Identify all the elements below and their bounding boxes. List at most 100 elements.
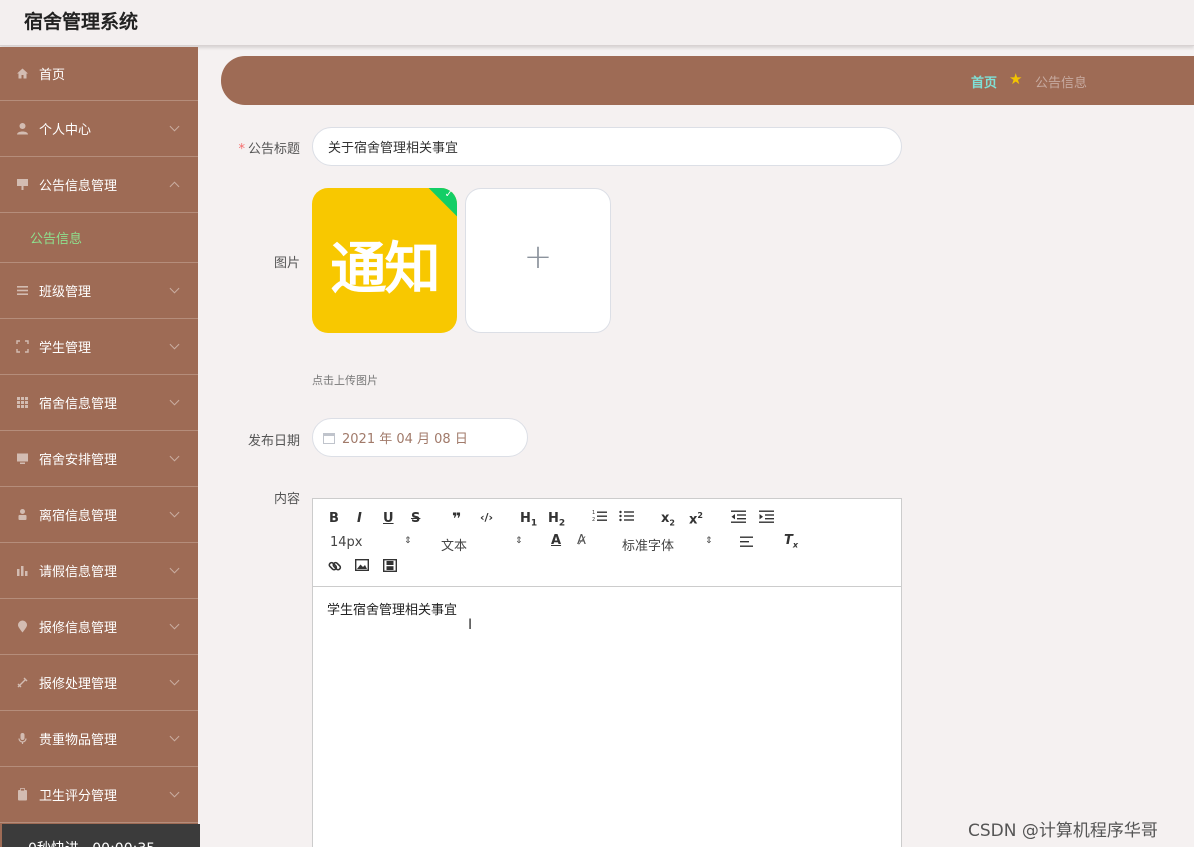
breadcrumb-home[interactable]: 首页	[971, 72, 997, 91]
title-label: * 公告标题	[238, 142, 300, 157]
sidebar-item-hygiene-score[interactable]: 卫生评分管理	[0, 767, 198, 823]
video-overlay: 0秒快进 · 00:00:35	[2, 824, 200, 847]
editor-content[interactable]: 学生宿舍管理相关事宜	[327, 599, 457, 618]
sort-arrows-icon: ⇕	[705, 536, 713, 546]
clear-format-icon[interactable]: Tx	[784, 533, 798, 550]
monitor-icon	[15, 452, 29, 466]
svg-text:2: 2	[592, 517, 595, 523]
outdent-icon[interactable]	[731, 510, 746, 527]
content-label: 内容	[273, 492, 300, 507]
title-input-value: 关于宿舍管理相关事宜	[328, 141, 459, 156]
strike-icon[interactable]: S	[411, 511, 420, 526]
bullet-list-icon[interactable]	[619, 509, 634, 527]
mic-icon	[15, 732, 29, 746]
sidebar-item-label: 离宿信息管理	[39, 509, 118, 524]
chevron-down-icon	[169, 563, 180, 574]
user-icon	[15, 122, 29, 136]
underline-icon[interactable]: U	[383, 511, 394, 526]
video-icon[interactable]	[382, 558, 398, 576]
chevron-down-icon	[169, 395, 180, 406]
sidebar-item-label: 宿舍信息管理	[39, 397, 118, 412]
watermark: CSDN @计算机程序华哥	[968, 821, 1158, 841]
sidebar-item-label: 报修信息管理	[39, 621, 118, 636]
sidebar-item-repair-handling[interactable]: 报修处理管理	[0, 655, 198, 711]
uploaded-image-thumbnail[interactable]: 通知 ✓	[312, 188, 457, 333]
sidebar-item-valuables[interactable]: 贵重物品管理	[0, 711, 198, 767]
chevron-down-icon	[169, 121, 180, 132]
sidebar-item-leave-request[interactable]: 请假信息管理	[0, 543, 198, 599]
sidebar-item-label: 学生管理	[39, 341, 92, 356]
chevron-down-icon	[169, 339, 180, 350]
sidebar-item-dorm-info[interactable]: 宿舍信息管理	[0, 375, 198, 431]
scan-icon	[15, 340, 29, 354]
subscript-icon[interactable]: x2	[661, 511, 675, 528]
heading1-icon[interactable]: H1	[520, 511, 537, 529]
chevron-down-icon	[169, 283, 180, 294]
sidebar-item-label: 首页	[39, 68, 66, 83]
sidebar-item-profile[interactable]: 个人中心	[0, 101, 198, 157]
sidebar-item-student-management[interactable]: 学生管理	[0, 319, 198, 375]
ordered-list-icon[interactable]: 12	[592, 509, 607, 527]
check-icon: ✓	[444, 189, 453, 200]
thumbnail-text: 通知	[330, 236, 441, 302]
sidebar-item-label: 宿舍安排管理	[39, 453, 118, 468]
quote-icon[interactable]: ❞	[452, 509, 461, 528]
sidebar-item-label: 公告信息管理	[39, 179, 118, 194]
date-label: 发布日期	[247, 434, 300, 449]
list-icon	[15, 284, 29, 298]
chevron-down-icon	[169, 787, 180, 798]
chevron-down-icon	[169, 451, 180, 462]
date-value: 2021 年 04 月 08 日	[342, 432, 468, 447]
sidebar-item-home[interactable]: 首页	[0, 47, 198, 101]
required-mark: *	[238, 142, 245, 157]
sidebar-subitem-label: 公告信息	[30, 232, 83, 247]
chevron-down-icon	[169, 507, 180, 518]
font-color-icon[interactable]: A	[551, 533, 561, 548]
image-label: 图片	[273, 256, 300, 271]
bold-icon[interactable]: B	[329, 511, 339, 526]
sort-arrows-icon: ⇕	[515, 536, 523, 546]
indent-icon[interactable]	[759, 510, 774, 527]
sidebar-item-label: 班级管理	[39, 285, 92, 300]
image-upload-button[interactable]: +	[465, 188, 611, 333]
heading2-icon[interactable]: H2	[548, 511, 565, 529]
format-select[interactable]: 文本	[441, 535, 467, 554]
person-icon	[15, 508, 29, 522]
notice-icon	[15, 178, 29, 192]
location-icon	[15, 620, 29, 634]
date-picker[interactable]: 2021 年 04 月 08 日	[312, 418, 528, 457]
upload-tip: 点击上传图片	[312, 374, 378, 387]
link-icon[interactable]	[328, 559, 342, 577]
align-left-icon[interactable]	[740, 536, 754, 552]
font-size-select[interactable]: 14px	[330, 535, 363, 550]
font-family-select[interactable]: 标准字体	[622, 535, 674, 554]
sidebar-item-class-management[interactable]: 班级管理	[0, 263, 198, 319]
grid-icon	[15, 396, 29, 410]
chevron-up-icon	[169, 181, 180, 192]
top-bar: 宿舍管理系统	[0, 0, 1194, 46]
sidebar-item-notice-management[interactable]: 公告信息管理	[0, 157, 198, 213]
chevron-down-icon	[169, 731, 180, 742]
tools-icon	[15, 676, 29, 690]
title-input[interactable]: 关于宿舍管理相关事宜	[312, 127, 902, 166]
sidebar-item-label: 卫生评分管理	[39, 789, 118, 804]
star-icon: ★	[1009, 70, 1023, 88]
sidebar-item-repair-info[interactable]: 报修信息管理	[0, 599, 198, 655]
sidebar-subitem-notice-info[interactable]: 公告信息	[0, 213, 198, 263]
svg-text:1: 1	[592, 510, 595, 516]
chevron-down-icon	[169, 619, 180, 630]
italic-icon[interactable]: I	[357, 511, 362, 526]
home-icon	[15, 67, 29, 81]
background-color-icon[interactable]: A̷	[577, 533, 586, 548]
rich-text-editor: B I U S ❞ ‹/› H1 H2 12 x2 x2 14px ⇕ 文本 ⇕…	[312, 498, 902, 847]
code-icon[interactable]: ‹/›	[480, 511, 493, 524]
calendar-icon	[323, 432, 335, 444]
image-icon[interactable]	[354, 558, 370, 575]
breadcrumb-current: 公告信息	[1035, 76, 1088, 91]
superscript-icon[interactable]: x2	[689, 511, 703, 527]
sidebar-item-leave-dorm[interactable]: 离宿信息管理	[0, 487, 198, 543]
editor-toolbar: B I U S ❞ ‹/› H1 H2 12 x2 x2 14px ⇕ 文本 ⇕…	[313, 499, 901, 587]
sidebar-item-label: 个人中心	[39, 123, 92, 138]
sidebar-item-dorm-arrangement[interactable]: 宿舍安排管理	[0, 431, 198, 487]
clipboard-icon	[15, 788, 29, 802]
